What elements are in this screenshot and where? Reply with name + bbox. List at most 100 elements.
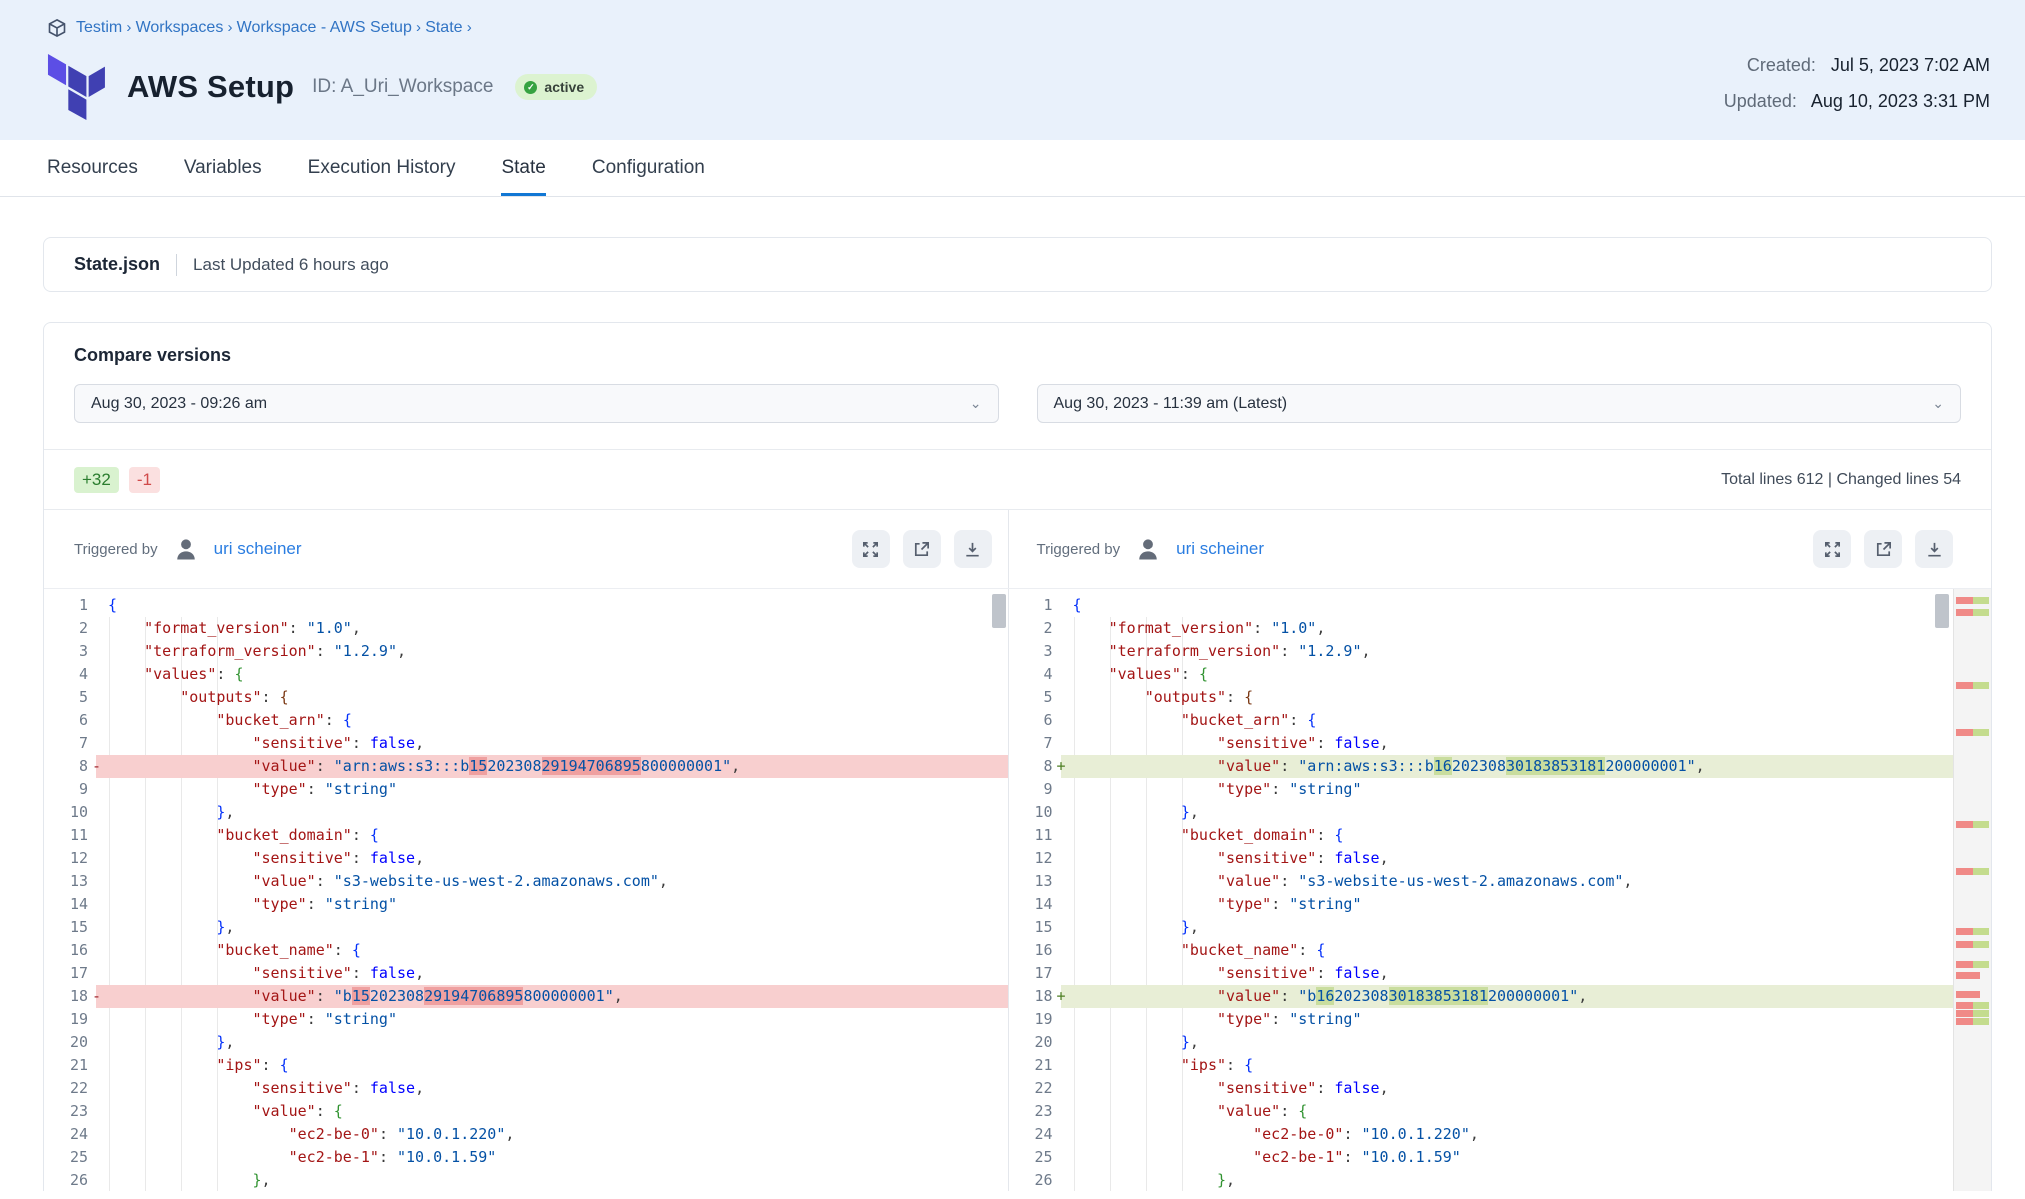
tab-bar: Resources Variables Execution History State… — [0, 140, 2025, 197]
breadcrumb-link[interactable]: Workspaces — [136, 19, 224, 36]
code-line: 25 "ec2-be-1": "10.0.1.59" — [44, 1146, 1008, 1169]
diff-viewer: 1{2 "format_version": "1.0",3 "terraform… — [44, 588, 1991, 1191]
workspace-header: Testim › Workspaces › Workspace - AWS Se… — [0, 0, 2025, 140]
tab-execution-history[interactable]: Execution History — [308, 140, 456, 196]
code-line: 21 "ips": { — [44, 1054, 1008, 1077]
diff-sign — [92, 962, 108, 985]
diff-sign — [92, 893, 108, 916]
line-number: 17 — [1009, 962, 1057, 985]
code-line: 26 }, — [1009, 1169, 1954, 1191]
line-number: 10 — [44, 801, 92, 824]
divider — [176, 254, 177, 276]
diff-sign — [92, 824, 108, 847]
state-last-updated: Last Updated 6 hours ago — [193, 255, 389, 275]
diff-sign — [1057, 617, 1073, 640]
line-number: 19 — [44, 1008, 92, 1031]
diff-sign — [92, 1008, 108, 1031]
triggered-by-user-link[interactable]: uri scheiner — [1176, 539, 1264, 559]
diff-sign — [1057, 916, 1073, 939]
line-number: 25 — [44, 1146, 92, 1169]
diff-sign — [1057, 686, 1073, 709]
diff-ruler-mark — [1956, 868, 1989, 875]
tab-state[interactable]: State — [501, 140, 545, 196]
scrollbar-thumb[interactable] — [1935, 594, 1949, 628]
line-number: 15 — [1009, 916, 1057, 939]
breadcrumb-link[interactable]: Testim — [76, 19, 122, 36]
state-file-card: State.json Last Updated 6 hours ago — [43, 237, 1992, 292]
expand-icon[interactable] — [852, 530, 890, 568]
breadcrumb-separator: › — [412, 19, 425, 36]
updated-label: Updated: — [1724, 91, 1797, 111]
tab-variables[interactable]: Variables — [184, 140, 262, 196]
diff-sign — [92, 1100, 108, 1123]
code-line: 6 "bucket_arn": { — [44, 709, 1008, 732]
external-link-icon[interactable] — [1864, 530, 1902, 568]
code-line: 10 }, — [1009, 801, 1954, 824]
box-icon — [47, 18, 67, 38]
diff-sign — [92, 1031, 108, 1054]
download-icon[interactable] — [1915, 530, 1953, 568]
code-line: 4 "values": { — [44, 663, 1008, 686]
diff-ruler-mark — [1956, 729, 1989, 736]
line-number: 26 — [1009, 1169, 1057, 1191]
status-badge: ✓ active — [515, 74, 597, 100]
code-line: 14 "type": "string" — [1009, 893, 1954, 916]
diff-sign — [1057, 1077, 1073, 1100]
diff-overview-ruler[interactable] — [1953, 589, 1991, 1191]
code-line: 16 "bucket_name": { — [44, 939, 1008, 962]
line-number: 18 — [1009, 985, 1057, 1008]
version-select-right[interactable]: Aug 30, 2023 - 11:39 am (Latest) ⌄ — [1037, 384, 1962, 423]
line-number: 4 — [44, 663, 92, 686]
triggered-by-user-link[interactable]: uri scheiner — [214, 539, 302, 559]
page-title: AWS Setup — [127, 69, 294, 105]
download-icon[interactable] — [954, 530, 992, 568]
code-line: 21 "ips": { — [1009, 1054, 1954, 1077]
diff-sign: + — [1057, 755, 1073, 778]
breadcrumb-link[interactable]: State — [425, 19, 462, 36]
code-line: 24 "ec2-be-0": "10.0.1.220", — [1009, 1123, 1954, 1146]
code-line: 25 "ec2-be-1": "10.0.1.59" — [1009, 1146, 1954, 1169]
diff-sign — [1057, 870, 1073, 893]
compare-card: Compare versions Aug 30, 2023 - 09:26 am… — [43, 322, 1992, 1191]
breadcrumb-link[interactable]: Workspace - AWS Setup — [237, 19, 412, 36]
diff-sign — [92, 709, 108, 732]
external-link-icon[interactable] — [903, 530, 941, 568]
compare-versions-title: Compare versions — [74, 345, 1961, 366]
diff-sign — [1057, 893, 1073, 916]
code-editor-old[interactable]: 1{2 "format_version": "1.0",3 "terraform… — [44, 594, 1008, 1191]
user-avatar-icon — [1134, 535, 1162, 563]
line-number: 2 — [44, 617, 92, 640]
diff-sign: + — [1057, 985, 1073, 1008]
line-number: 5 — [44, 686, 92, 709]
diff-ruler-mark — [1956, 941, 1989, 948]
line-number: 21 — [44, 1054, 92, 1077]
diff-sign — [1057, 732, 1073, 755]
line-number: 8 — [44, 755, 92, 778]
scrollbar-thumb[interactable] — [992, 594, 1006, 628]
code-editor-new[interactable]: 1{2 "format_version": "1.0",3 "terraform… — [1009, 594, 1954, 1191]
line-number: 3 — [1009, 640, 1057, 663]
tab-configuration[interactable]: Configuration — [592, 140, 705, 196]
diff-sign — [92, 594, 108, 617]
workspace-meta: Created: Jul 5, 2023 7:02 AM Updated: Au… — [1724, 55, 1990, 127]
terraform-logo — [47, 54, 105, 120]
line-number: 1 — [1009, 594, 1057, 617]
diff-sign — [1057, 962, 1073, 985]
diff-sign — [1057, 847, 1073, 870]
version-select-left[interactable]: Aug 30, 2023 - 09:26 am ⌄ — [74, 384, 999, 423]
diff-sign — [92, 939, 108, 962]
diff-sign — [1057, 1054, 1073, 1077]
diff-sign — [1057, 1123, 1073, 1146]
code-line: 12 "sensitive": false, — [44, 847, 1008, 870]
diff-sign — [92, 1146, 108, 1169]
code-line: 8+ "value": "arn:aws:s3:::b1620230830183… — [1009, 755, 1954, 778]
triggered-by-label: Triggered by — [74, 541, 158, 558]
code-line: 9 "type": "string" — [44, 778, 1008, 801]
diff-ruler-mark — [1956, 928, 1989, 935]
tab-resources[interactable]: Resources — [47, 140, 138, 196]
line-number: 9 — [44, 778, 92, 801]
line-number: 25 — [1009, 1146, 1057, 1169]
diff-sign: - — [92, 985, 108, 1008]
expand-icon[interactable] — [1813, 530, 1851, 568]
code-line: 13 "value": "s3-website-us-west-2.amazon… — [1009, 870, 1954, 893]
